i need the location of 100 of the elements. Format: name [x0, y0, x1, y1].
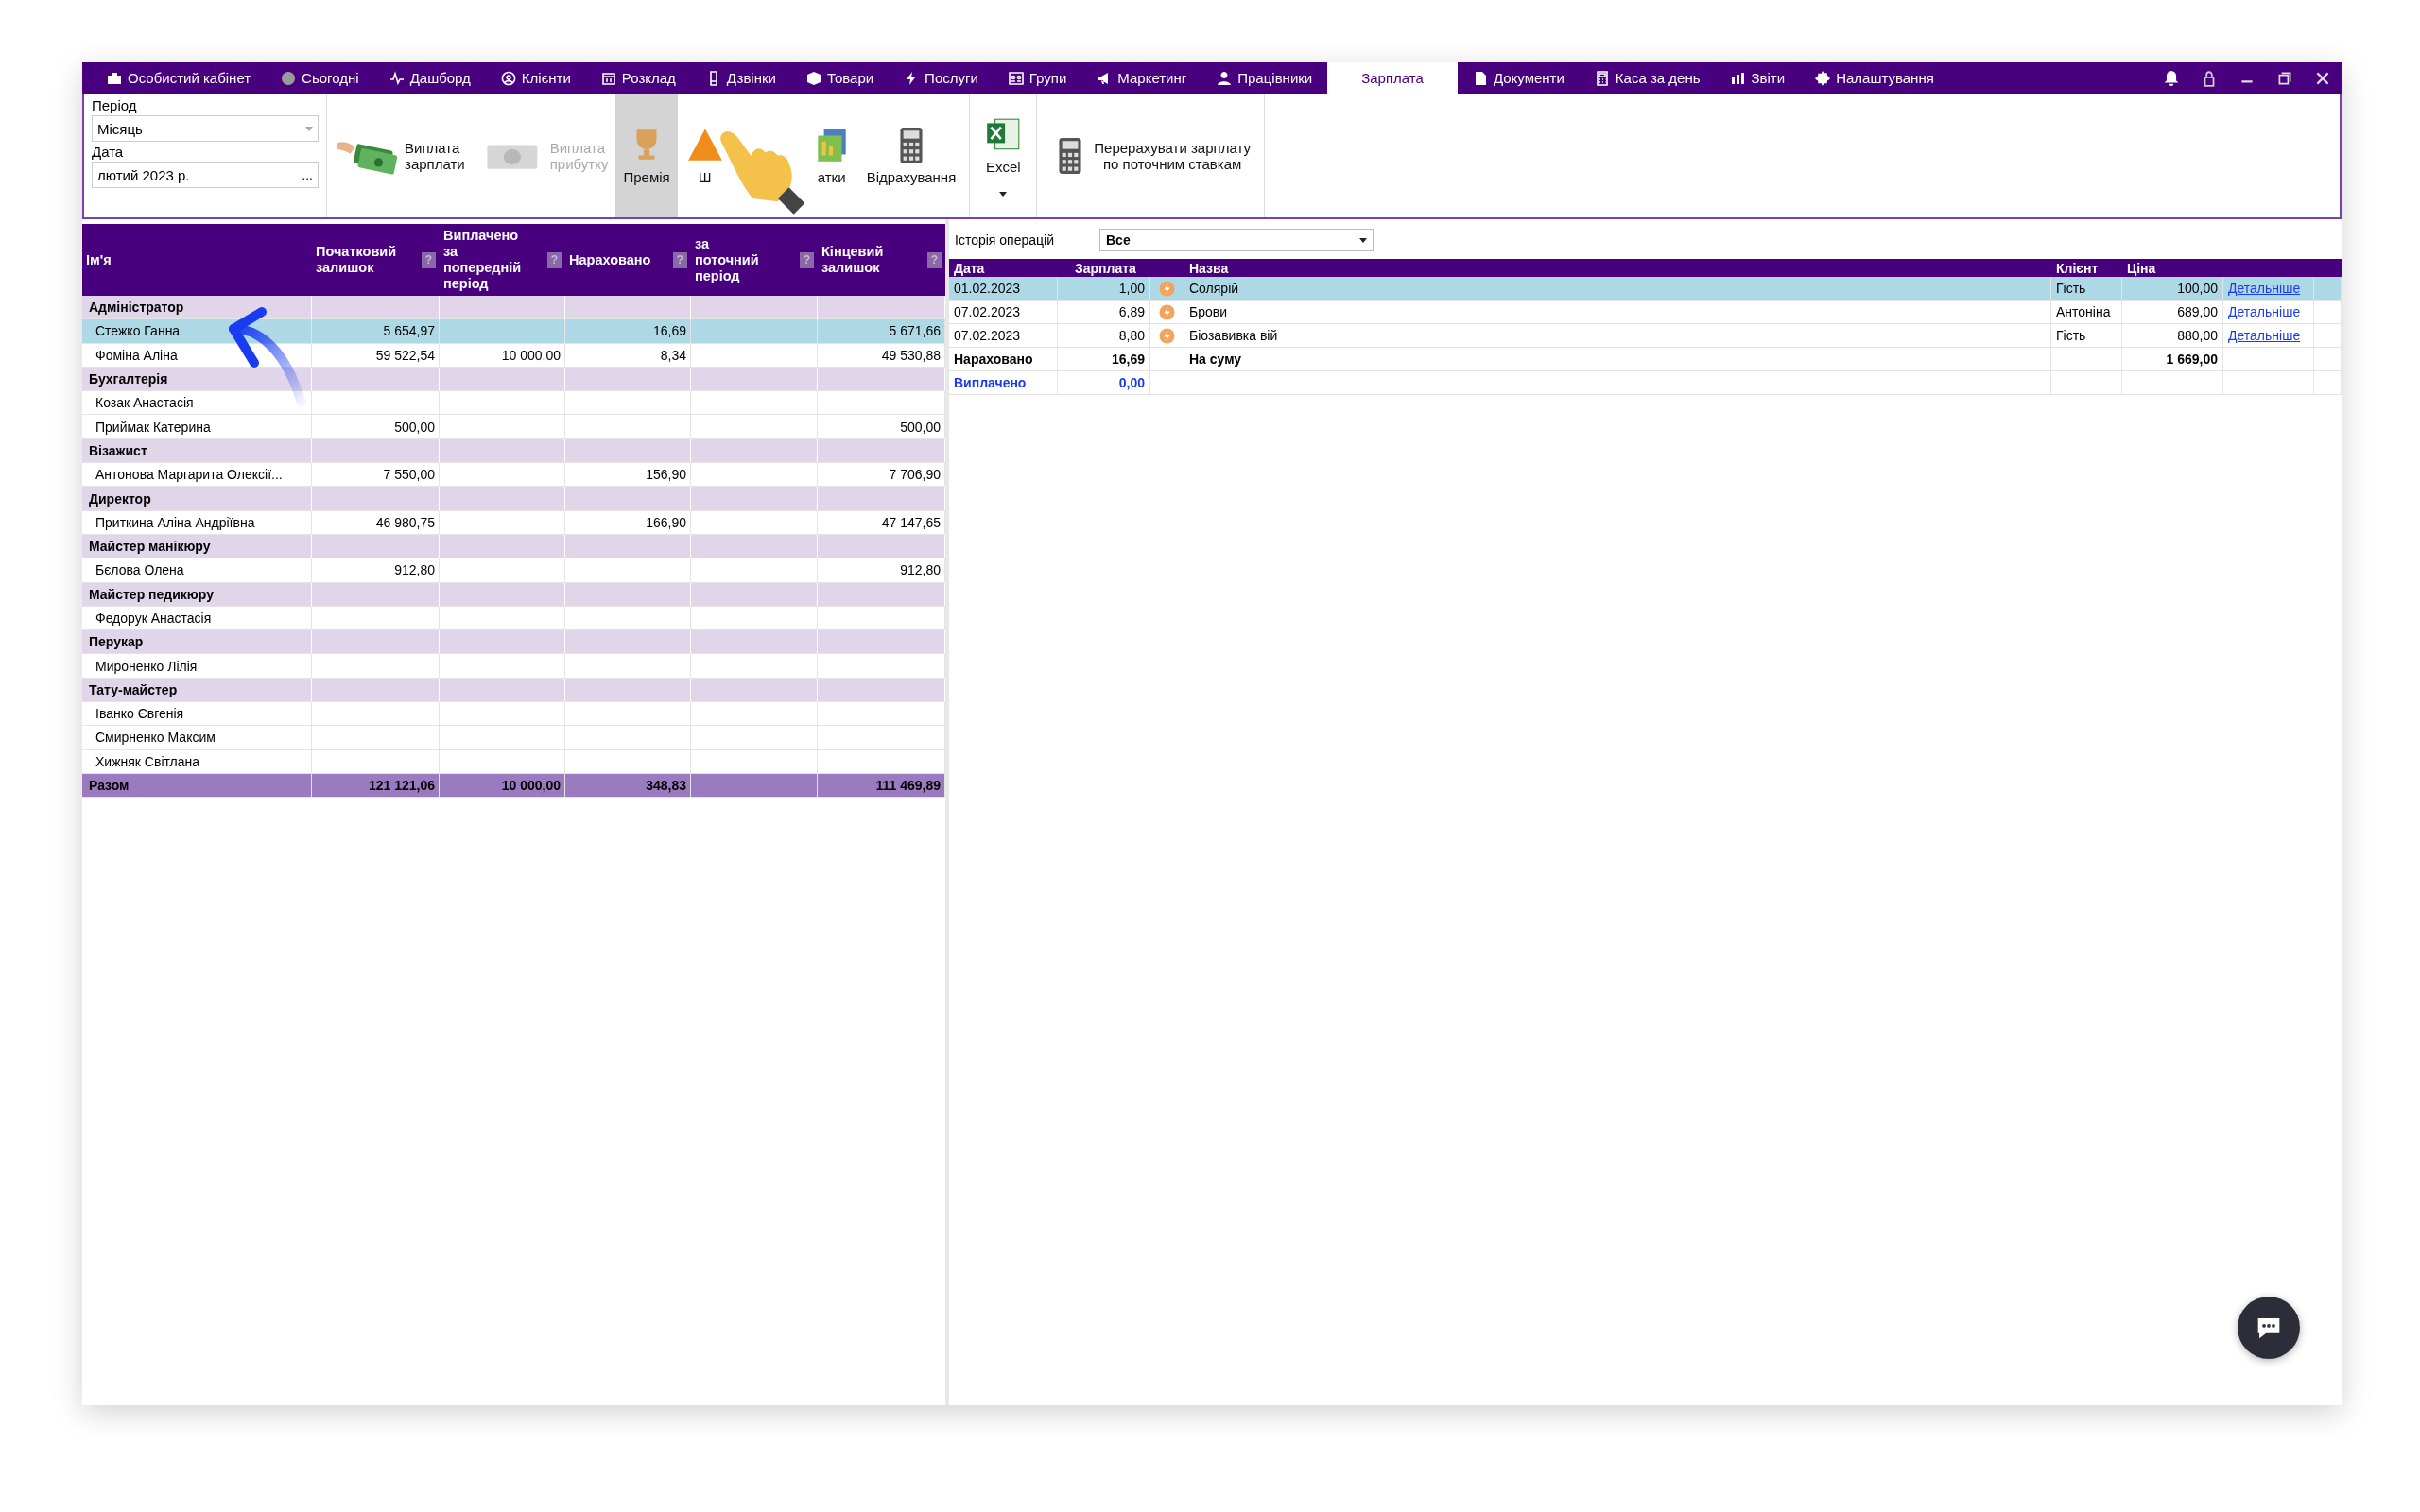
- details-link[interactable]: Детальніше: [2228, 304, 2301, 319]
- group-row[interactable]: Тату-майстер: [82, 678, 945, 703]
- table-cell: [2314, 301, 2342, 324]
- employee-name: Антонова Маргарита Олексії...: [95, 467, 283, 483]
- menu-tab[interactable]: Послуги: [889, 62, 994, 94]
- bar-chart-icon: [1730, 70, 1746, 86]
- sum-label: На суму: [1184, 348, 2051, 371]
- table-cell: [1150, 348, 1184, 371]
- menu-tab[interactable]: Каса за день: [1579, 62, 1716, 94]
- group-row[interactable]: Директор: [82, 487, 945, 511]
- chat-button[interactable]: [2238, 1297, 2300, 1359]
- toolbar-button[interactable]: атки: [804, 94, 859, 217]
- menu-tab[interactable]: Розклад: [585, 62, 691, 94]
- employee-row[interactable]: Мироненко Лілія: [82, 654, 945, 679]
- toolbar-button[interactable]: Виплата зарплати: [327, 94, 473, 217]
- table-cell: 500,00: [818, 415, 945, 439]
- column-header: Дата: [953, 259, 986, 277]
- table-cell: Гість: [2051, 324, 2122, 348]
- column-header: Ім'я: [86, 251, 112, 268]
- employee-name: Козак Анастасія: [95, 395, 194, 411]
- history-row[interactable]: 07.02.2023 6,89 Брови Антоніна 689,00 Детальніше: [949, 301, 2342, 324]
- table-cell: 5 671,66: [818, 319, 945, 344]
- group-row[interactable]: Візажист: [82, 438, 945, 464]
- group-row[interactable]: Майстер педикюру: [82, 582, 945, 607]
- employee-row[interactable]: Бєлова Олена 912,80 912,80: [82, 558, 945, 583]
- group-row[interactable]: Перукар: [82, 630, 945, 655]
- group-row[interactable]: Адміністратор: [82, 296, 945, 320]
- period-dropdown[interactable]: Місяць: [92, 115, 319, 142]
- employee-name: Іванко Євгенія: [95, 706, 184, 722]
- group-name: Майстер манікюру: [89, 539, 211, 555]
- column-header: Клієнт: [2055, 259, 2100, 277]
- employee-name: Приймак Катерина: [95, 419, 211, 435]
- group-row[interactable]: Майстер манікюру: [82, 534, 945, 559]
- employee-row[interactable]: Козак Анастасія: [82, 391, 945, 416]
- history-label: Історія операцій: [955, 232, 1055, 248]
- total-label: Разом: [82, 773, 312, 799]
- table-cell: 07.02.2023: [949, 301, 1058, 324]
- menu-tab[interactable]: Документи: [1457, 62, 1580, 94]
- menu-tab[interactable]: Налаштування: [1800, 62, 1949, 94]
- date-field[interactable]: лютий 2023 р. ...: [92, 162, 319, 188]
- group-name: Перукар: [89, 634, 144, 650]
- history-filter-dropdown[interactable]: Все: [1099, 229, 1374, 251]
- toolbar-button[interactable]: Excel: [976, 94, 1031, 217]
- table-cell: [2314, 324, 2342, 348]
- toolbar-button[interactable]: Ш: [677, 94, 725, 217]
- table-cell: 47 147,65: [818, 510, 945, 535]
- group-name: Майстер педикюру: [89, 586, 214, 602]
- employee-row[interactable]: Фоміна Аліна 59 522,54 10 000,00 8,34 49 530,88: [82, 343, 945, 368]
- employee-row[interactable]: Стежко Ганна 5 654,97 16,69 5 671,66: [82, 319, 945, 344]
- details-link[interactable]: Детальніше: [2228, 281, 2301, 296]
- toolbar-button[interactable]: Відрахування: [858, 94, 964, 217]
- total-cell: 121 121,06: [312, 773, 440, 799]
- toolbar-button[interactable]: Премія: [615, 94, 678, 217]
- menu-tab[interactable]: Клієнти: [485, 62, 586, 94]
- employee-row[interactable]: Іванко Євгенія: [82, 702, 945, 727]
- table-cell: [2314, 277, 2342, 301]
- employee-row[interactable]: Приткина Аліна Андріївна 46 980,75 166,90 47 147,65: [82, 510, 945, 535]
- menu-tab[interactable]: Дзвінки: [690, 62, 791, 94]
- employee-row[interactable]: Приймак Катерина 500,00 500,00: [82, 415, 945, 439]
- menu-tab[interactable]: Особистий кабінет: [92, 62, 267, 94]
- menu-tab[interactable]: Працівники: [1201, 62, 1328, 94]
- table-cell: [2314, 348, 2342, 371]
- details-link[interactable]: Детальніше: [2228, 328, 2301, 343]
- history-row[interactable]: 01.02.2023 1,00 Солярій Гість 100,00 Детальніше: [949, 277, 2342, 301]
- table-cell: Солярій: [1184, 277, 2051, 301]
- lightning-icon: [1159, 280, 1175, 297]
- menu-tab[interactable]: Звіти: [1715, 62, 1801, 94]
- history-row[interactable]: 07.02.2023 8,80 Біозавивка вій Гість 880,00 Детальніше: [949, 324, 2342, 348]
- menu-tab[interactable]: Групи: [993, 62, 1082, 94]
- table-cell: [1150, 371, 1184, 395]
- group-row[interactable]: Бухгалтерія: [82, 367, 945, 392]
- table-cell: 10 000,00: [440, 343, 565, 368]
- table-cell: 6,89: [1058, 301, 1150, 324]
- column-header: Ціна: [2126, 259, 2157, 277]
- employee-row[interactable]: Смирненко Максим: [82, 726, 945, 750]
- menu-tab[interactable]: Сьогодні: [266, 62, 374, 94]
- employee-name: Мироненко Лілія: [95, 658, 198, 674]
- menu-tab[interactable]: Дашборд: [373, 62, 486, 94]
- dropdown-arrow-icon: [1359, 237, 1367, 243]
- group-name: Тату-майстер: [89, 681, 178, 697]
- menu-tab[interactable]: Зарплата: [1327, 62, 1458, 94]
- bell-icon[interactable]: [2163, 69, 2180, 87]
- table-cell: Брови: [1184, 301, 2051, 324]
- lightning-icon: [1159, 303, 1175, 320]
- table-cell: 8,34: [565, 343, 691, 368]
- table-cell: 46 980,75: [312, 510, 440, 535]
- menu-tab[interactable]: Товари: [790, 62, 890, 94]
- box-icon: [805, 70, 821, 86]
- group-name: Візажист: [89, 442, 147, 458]
- toolbar-button[interactable]: Перерахувати зарплату по поточним ставкам: [1043, 94, 1258, 217]
- menu-tab[interactable]: Маркетинг: [1081, 62, 1202, 94]
- table-cell: Антоніна: [2051, 301, 2122, 324]
- person-icon: [1217, 70, 1233, 86]
- column-header: Нараховано: [569, 251, 648, 268]
- employee-row[interactable]: Хижняк Світлана: [82, 749, 945, 774]
- table-cell: [2314, 371, 2342, 395]
- table-cell: Біозавивка вій: [1184, 324, 2051, 348]
- group-icon: [1008, 70, 1024, 86]
- accrued-value: 16,69: [1058, 348, 1150, 371]
- group-name: Директор: [89, 490, 151, 507]
